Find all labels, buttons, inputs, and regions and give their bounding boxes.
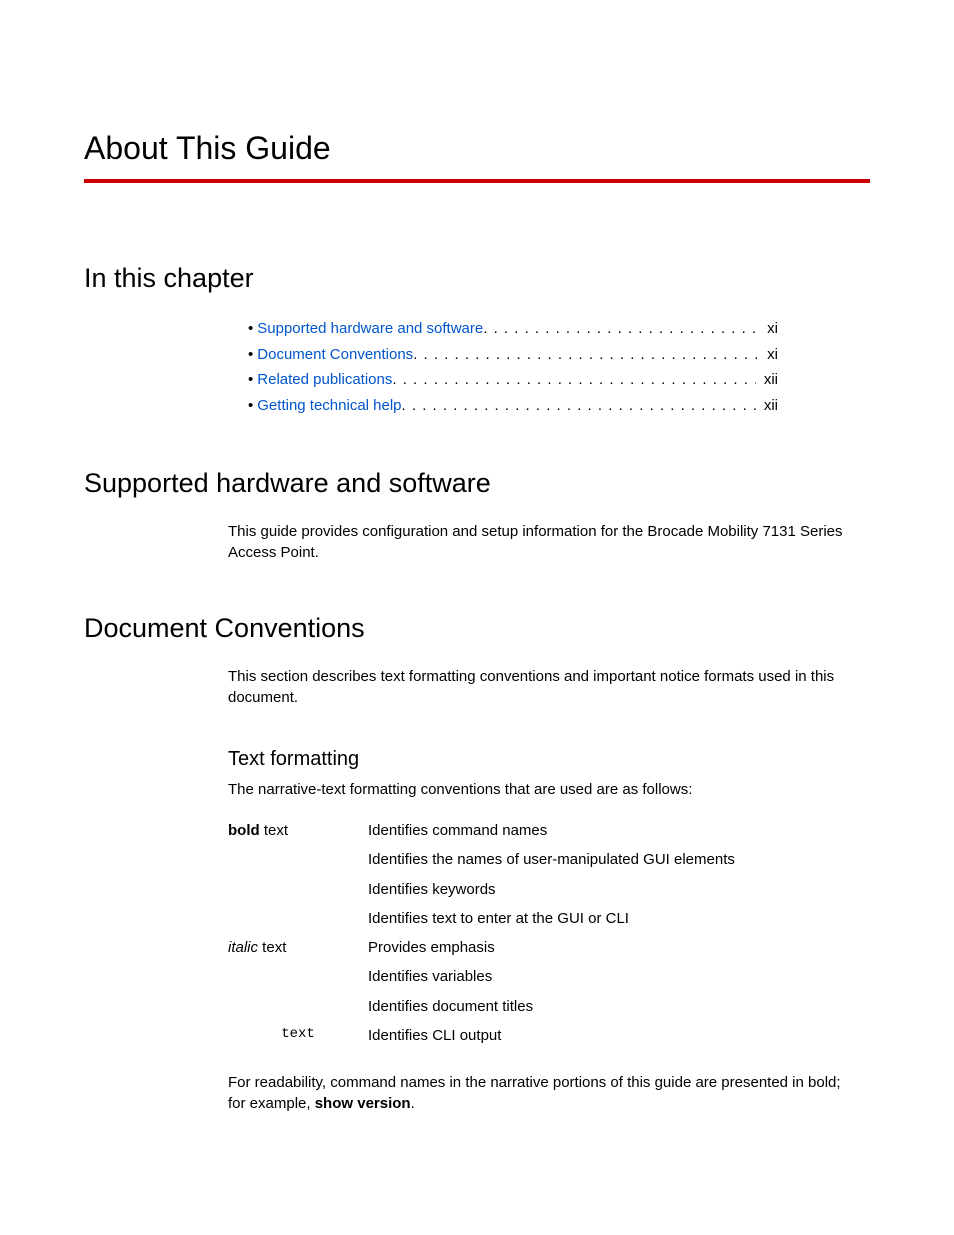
definition-row: Identifies keywords [228, 875, 860, 904]
definition-term-mono: text [228, 1021, 368, 1050]
bullet-icon: • [248, 316, 253, 342]
toc-page: xi [759, 316, 778, 342]
toc-item: • Supported hardware and software xi [248, 316, 778, 342]
toc-link-conventions[interactable]: Document Conventions [257, 342, 413, 368]
toc-link-supported[interactable]: Supported hardware and software [257, 316, 483, 342]
definition-row: bold text Identifies command names [228, 816, 860, 845]
definition-desc: Identifies CLI output [368, 1021, 860, 1050]
definition-desc: Identifies the names of user-manipulated… [368, 845, 860, 874]
toc-leader-dots [402, 393, 756, 419]
definition-term-italic: italic text [228, 933, 368, 962]
toc-item: • Related publications xii [248, 367, 778, 393]
definition-row: Identifies variables [228, 962, 860, 991]
bullet-icon: • [248, 367, 253, 393]
definition-row: italic text Provides emphasis [228, 933, 860, 962]
readability-note: For readability, command names in the na… [228, 1072, 860, 1114]
definition-row: Identifies document titles [228, 992, 860, 1021]
definition-desc: Provides emphasis [368, 933, 860, 962]
definition-desc: Identifies text to enter at the GUI or C… [368, 904, 860, 933]
heading-supported: Supported hardware and software [84, 468, 870, 499]
toc-link-related[interactable]: Related publications [257, 367, 392, 393]
definition-row: Identifies text to enter at the GUI or C… [228, 904, 860, 933]
heading-document-conventions: Document Conventions [84, 613, 870, 644]
toc-leader-dots [483, 316, 759, 342]
toc-item: • Document Conventions xi [248, 342, 778, 368]
toc-page: xi [759, 342, 778, 368]
toc: • Supported hardware and software xi • D… [248, 316, 778, 418]
toc-page: xii [756, 393, 778, 419]
bullet-icon: • [248, 342, 253, 368]
definition-desc: Identifies command names [368, 816, 860, 845]
toc-leader-dots [392, 367, 755, 393]
definition-desc: Identifies keywords [368, 875, 860, 904]
definition-term-bold: bold text [228, 816, 368, 845]
title-rule [84, 179, 870, 183]
textfmt-intro: The narrative-text formatting convention… [228, 781, 860, 798]
formatting-definitions: bold text Identifies command names Ident… [228, 816, 860, 1050]
toc-leader-dots [413, 342, 759, 368]
supported-body: This guide provides configuration and se… [228, 521, 860, 563]
heading-in-this-chapter: In this chapter [84, 263, 870, 294]
definition-row: text Identifies CLI output [228, 1021, 860, 1050]
page-title: About This Guide [84, 130, 870, 167]
bullet-icon: • [248, 393, 253, 419]
definition-desc: Identifies document titles [368, 992, 860, 1021]
docconv-body: This section describes text formatting c… [228, 666, 860, 708]
definition-desc: Identifies variables [368, 962, 860, 991]
toc-item: • Getting technical help xii [248, 393, 778, 419]
toc-link-help[interactable]: Getting technical help [257, 393, 401, 419]
toc-page: xii [756, 367, 778, 393]
definition-row: Identifies the names of user-manipulated… [228, 845, 860, 874]
heading-text-formatting: Text formatting [228, 748, 860, 771]
